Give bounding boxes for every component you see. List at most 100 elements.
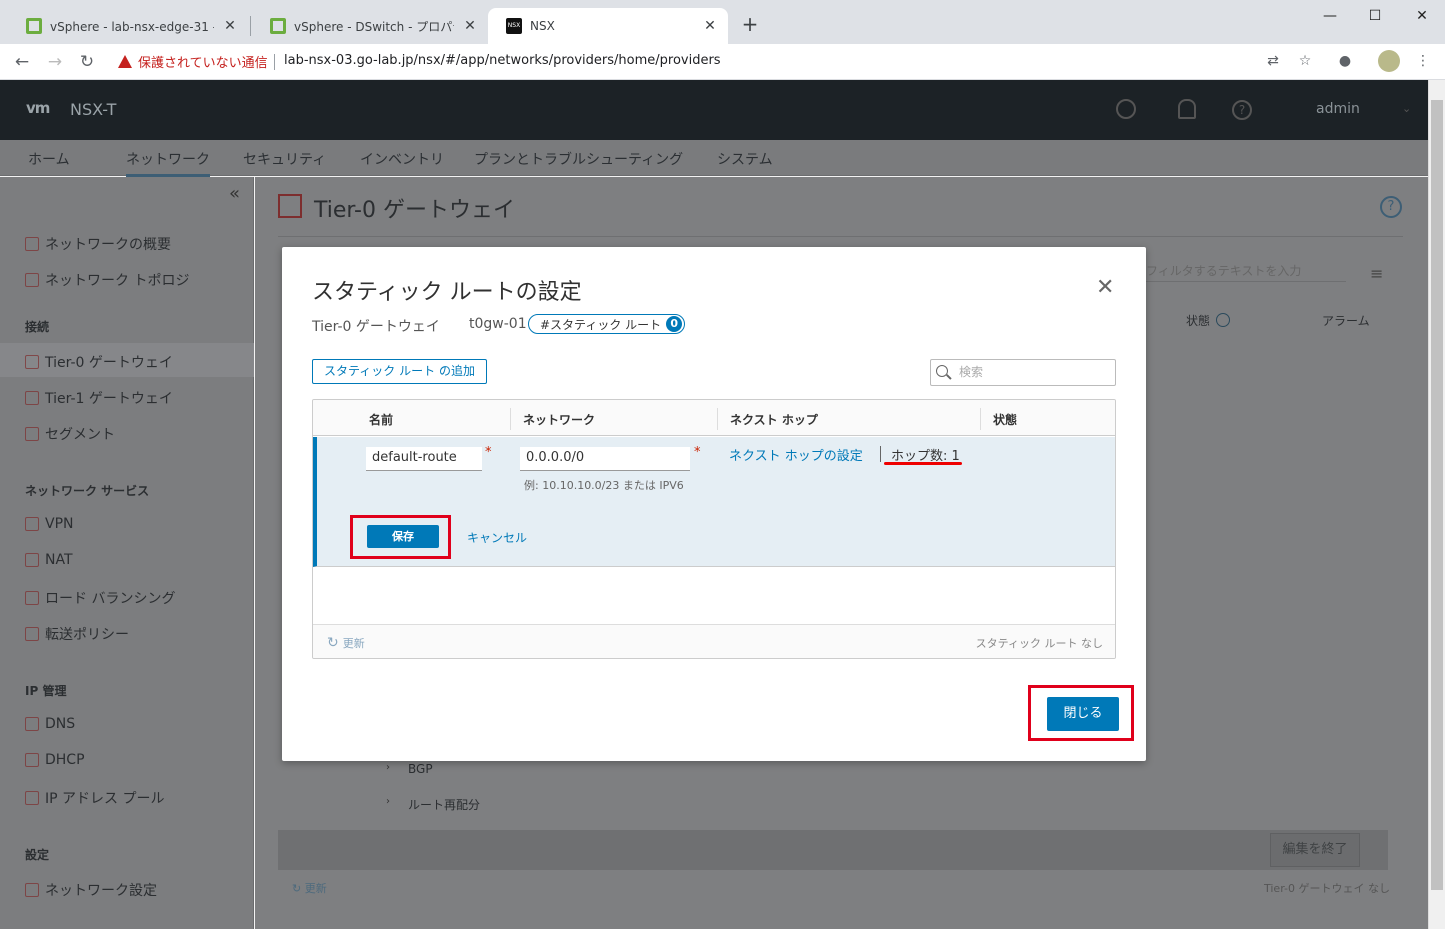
nav-plan-troubleshoot[interactable]: プランとトラブルシューティング [474,149,683,169]
vsphere-icon [26,18,42,34]
sidebar-item-vpn[interactable]: VPN [25,516,74,532]
network-input[interactable]: 0.0.0.0/0 [520,447,690,471]
page-scrollbar[interactable] [1428,80,1445,929]
nav-security[interactable]: セキュリティ [243,149,326,169]
close-tab-icon[interactable]: ✕ [462,18,478,34]
grid-footer: ↻ 更新 スタティック ルート なし [313,624,1115,658]
address-bar[interactable]: lab-nsx-03.go-lab.jp/nsx/#/app/networks/… [284,53,721,68]
notification-bell-icon[interactable] [1178,99,1196,119]
bgp-section[interactable]: BGP [408,762,433,776]
sidebar-item-nat[interactable]: NAT [25,552,73,568]
scrollbar-thumb[interactable] [1431,100,1443,890]
tab-separator [250,16,251,36]
required-marker: * [485,445,492,460]
reload-icon[interactable]: ↻ [75,50,99,74]
no-routes-text: スタティック ルート なし [975,637,1103,650]
new-tab-button[interactable]: + [740,14,760,34]
divider [278,236,1403,237]
refresh-link[interactable]: ↻ 更新 [292,880,327,896]
table-row-editing: default-route * 0.0.0.0/0 * 例: 10.10.10.… [313,437,1115,567]
refresh-link[interactable]: ↻ 更新 [327,635,365,651]
translate-icon[interactable]: ⇄ [1264,52,1282,70]
vpn-icon [25,517,39,531]
close-icon[interactable]: ✕ [1096,277,1114,299]
ip-pool-icon [25,791,39,805]
sidebar-item-forwarding-policy[interactable]: 転送ポリシー [25,624,129,644]
forward-icon[interactable]: → [43,50,67,74]
column-separator [510,408,511,430]
close-button[interactable]: 閉じる [1047,697,1119,731]
column-network: ネットワーク [523,413,596,427]
nav-network[interactable]: ネットワーク [126,149,210,177]
search-icon[interactable] [1116,99,1136,119]
chevron-right-icon[interactable]: › [386,762,390,773]
hop-separator [880,446,881,462]
topology-icon [25,273,39,287]
nav-system[interactable]: システム [717,149,773,169]
vmware-logo: vm [26,99,50,117]
minimize-icon[interactable]: — [1320,6,1340,26]
search-input[interactable]: 検索 [930,359,1116,386]
sidebar-item-dns[interactable]: DNS [25,716,75,732]
browser-tab-vsphere-edge[interactable]: vSphere - lab-nsx-edge-31 - サマ ✕ [8,8,248,44]
extension-icon[interactable]: ● [1336,52,1354,70]
browser-tab-vsphere-dswitch[interactable]: vSphere - DSwitch - プロパティ ✕ [252,8,488,44]
main-navigation: ホーム ネットワーク セキュリティ インベントリ プランとトラブルシューティング… [0,140,1445,177]
no-gateways-text: Tier-0 ゲートウェイ なし [1264,882,1390,895]
chevron-down-icon[interactable]: ⌄ [1402,102,1411,115]
sidebar-section-settings: 設定 [25,848,50,862]
menu-dots-icon[interactable]: ⋮ [1414,52,1432,70]
count-value: 0 [666,316,683,332]
filter-input[interactable]: フィルタするテキストを入力 [1146,262,1346,282]
insecure-warning[interactable]: 保護されていない通信 [118,52,268,71]
column-next-hop: ネクスト ホップ [730,413,818,427]
collapse-sidebar-icon[interactable]: « [229,183,240,204]
sidebar-item-overview[interactable]: ネットワークの概要 [25,234,171,254]
static-route-count-badge: #スタティック ルート 0 [528,314,686,334]
app-header: vm NSX-T ? admin ⌄ [0,80,1445,140]
chevron-right-icon[interactable]: › [386,796,390,807]
vsphere-icon [270,18,286,34]
save-button[interactable]: 保存 [367,525,439,548]
finish-edit-button[interactable]: 編集を終了 [1270,833,1360,867]
sidebar-section-services: ネットワーク サービス [25,484,150,498]
redistribution-section[interactable]: ルート再配分 [408,796,480,813]
sidebar-item-dhcp[interactable]: DHCP [25,752,85,768]
info-icon[interactable] [1216,313,1230,327]
sidebar-item-tier1[interactable]: Tier-1 ゲートウェイ [25,388,173,408]
sidebar-item-ip-pool[interactable]: IP アドレス プール [25,788,164,808]
route-name-input[interactable]: default-route [366,447,482,471]
set-next-hop-link[interactable]: ネクスト ホップの設定 [729,445,863,464]
bookmark-star-icon[interactable]: ☆ [1296,52,1314,70]
grid-header: 名前 ネットワーク ネクスト ホップ 状態 [313,400,1115,436]
help-icon[interactable]: ? [1380,196,1402,218]
sidebar-item-segments[interactable]: セグメント [25,424,115,444]
refresh-icon: ↻ [327,635,339,651]
nav-inventory[interactable]: インベントリ [360,149,444,169]
highlight-underline [884,462,962,465]
dashboard-icon [25,237,39,251]
sidebar-item-network-settings[interactable]: ネットワーク設定 [25,880,157,900]
browser-tab-nsx[interactable]: NSX NSX ✕ [488,8,728,44]
maximize-icon[interactable]: ☐ [1365,6,1385,26]
sidebar-section-connect: 接続 [25,320,50,334]
close-tab-icon[interactable]: ✕ [702,18,718,34]
sidebar-item-tier0[interactable]: Tier-0 ゲートウェイ [25,352,173,372]
browser-tab-strip: vSphere - lab-nsx-edge-31 - サマ ✕ vSphere… [0,0,1445,44]
user-menu[interactable]: admin [1316,101,1360,117]
add-static-route-button[interactable]: スタティック ルート の追加 [312,359,487,384]
dns-icon [25,717,39,731]
nav-home[interactable]: ホーム [28,149,70,169]
back-icon[interactable]: ← [10,50,34,74]
sidebar-item-topology[interactable]: ネットワーク トポロジ [25,270,189,290]
gateway-icon [25,355,39,369]
policy-icon [25,627,39,641]
sidebar-item-load-balancing[interactable]: ロード バランシング [25,588,175,608]
help-icon[interactable]: ? [1232,100,1252,120]
filter-icon[interactable]: ≡ [1370,264,1383,283]
close-tab-icon[interactable]: ✕ [222,18,238,34]
warning-icon [118,55,132,68]
profile-avatar[interactable] [1378,50,1400,72]
window-close-icon[interactable]: ✕ [1412,6,1432,26]
cancel-link[interactable]: キャンセル [467,529,527,546]
